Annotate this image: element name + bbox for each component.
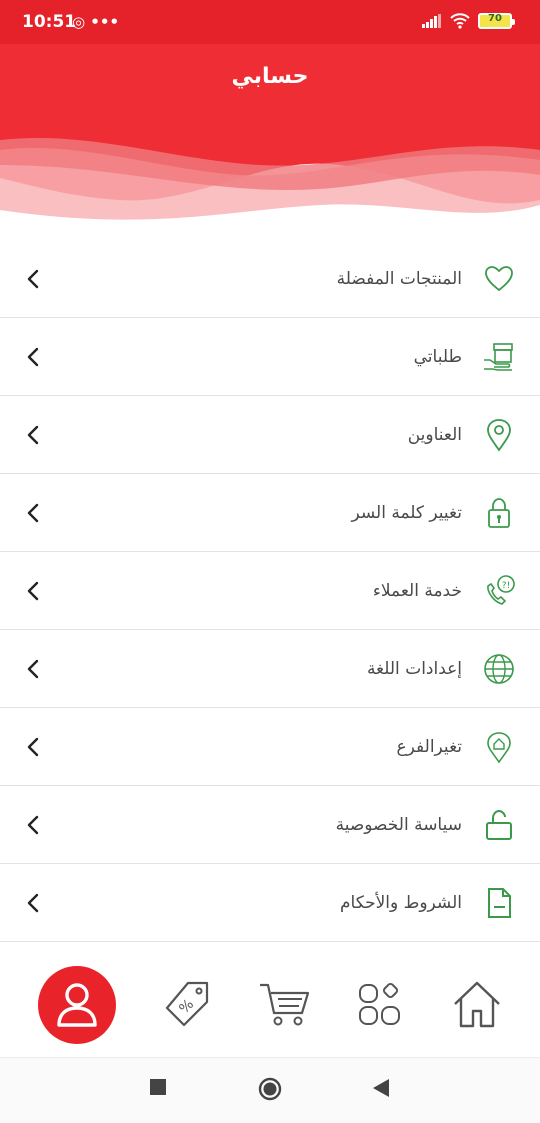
status-time: 10:51 <box>22 12 77 32</box>
svg-text:?!: ?! <box>502 581 510 591</box>
location-pin-icon <box>487 418 511 452</box>
box-hand-icon <box>484 342 513 371</box>
menu-item-label: سياسة الخصوصية <box>335 814 462 835</box>
home-pin-icon <box>487 731 511 763</box>
menu-item-language-settings[interactable]: إعدادات اللغة <box>0 630 540 708</box>
back-triangle-icon[interactable] <box>372 1078 390 1098</box>
chevron-left-icon <box>27 737 39 756</box>
menu-item-orders[interactable]: طلباتي <box>0 318 540 396</box>
menu-item-label: العناوين <box>407 424 462 445</box>
status-right-icons: 70 <box>422 13 515 29</box>
menu-item-label: تغيرالفرع <box>396 736 462 757</box>
lock-icon <box>488 497 510 528</box>
chevron-left-icon <box>27 581 39 600</box>
chevron-left-icon <box>27 815 39 834</box>
chevron-left-icon <box>27 893 39 912</box>
status-bar: 10:51 ◎ ••• 70 <box>0 0 540 46</box>
menu-item-label: الشروط والأحكام <box>339 892 462 913</box>
nav-categories[interactable] <box>345 970 415 1040</box>
menu-item-customer-service[interactable]: خدمة العملاء ?! <box>0 552 540 630</box>
chevron-left-icon <box>27 347 39 366</box>
offers-tag-icon: % <box>165 981 209 1027</box>
phone-support-icon: ?! <box>487 574 515 605</box>
menu-item-favorites[interactable]: المنتجات المفضلة <box>0 240 540 318</box>
nav-home[interactable] <box>442 970 512 1040</box>
menu-item-change-password[interactable]: تغيير كلمة السر <box>0 474 540 552</box>
chevron-left-icon <box>27 659 39 678</box>
menu-item-addresses[interactable]: العناوين <box>0 396 540 474</box>
chevron-left-icon <box>27 425 39 444</box>
chevron-left-icon <box>27 269 39 288</box>
chevron-left-icon <box>27 503 39 522</box>
menu-item-label: المنتجات المفضلة <box>336 268 462 289</box>
nav-offers[interactable]: % <box>152 970 222 1040</box>
menu-item-label: خدمة العملاء <box>372 580 462 601</box>
home-icon <box>454 981 500 1028</box>
battery-icon: 70 <box>478 13 515 29</box>
system-navigation-bar <box>0 1058 540 1123</box>
nav-account[interactable] <box>38 966 116 1044</box>
menu-item-change-branch[interactable]: تغيرالفرع <box>0 708 540 786</box>
heart-icon <box>485 265 513 291</box>
cart-icon <box>260 983 310 1026</box>
menu-item-privacy-policy[interactable]: سياسة الخصوصية <box>0 786 540 864</box>
menu-item-label: تغيير كلمة السر <box>351 502 463 523</box>
wifi-icon <box>450 13 470 29</box>
account-menu: المنتجات المفضلة طلباتي العناوين تغيير ك… <box>0 240 540 942</box>
nav-cart[interactable] <box>250 970 320 1040</box>
unlock-icon <box>486 809 512 840</box>
battery-level: 70 <box>488 13 502 24</box>
page-title: حسابي <box>231 64 309 89</box>
signal-icon <box>422 14 441 28</box>
bottom-navigation: % <box>0 950 540 1058</box>
home-circle-icon[interactable] <box>258 1077 282 1101</box>
menu-item-label: طلباتي <box>413 346 462 367</box>
status-notification-icons: ◎ ••• <box>72 13 120 31</box>
header: 10:51 ◎ ••• 70 حسابي <box>0 0 540 240</box>
menu-item-label: إعدادات اللغة <box>366 658 462 679</box>
document-icon <box>488 887 511 918</box>
recents-square-icon[interactable] <box>149 1078 167 1096</box>
categories-icon <box>359 982 400 1025</box>
menu-item-terms[interactable]: الشروط والأحكام <box>0 864 540 942</box>
account-icon <box>57 983 97 1027</box>
globe-icon <box>484 653 514 684</box>
